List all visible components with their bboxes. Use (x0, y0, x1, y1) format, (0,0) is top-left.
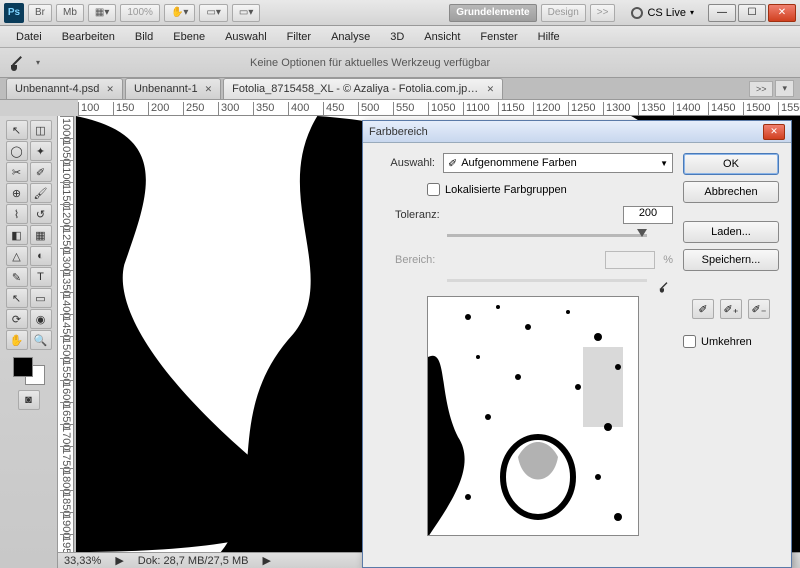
maximize-button[interactable]: ☐ (738, 4, 766, 22)
auswahl-select[interactable]: ✐ Aufgenommene Farben ▼ (443, 153, 673, 173)
color-swatch[interactable] (13, 357, 45, 385)
tabs-scroll-right[interactable]: >> (749, 81, 774, 97)
tabs-menu[interactable]: ▾ (775, 80, 794, 97)
zoom-level[interactable]: 100% (120, 4, 160, 22)
close-button[interactable]: ✕ (768, 4, 796, 22)
cslive-icon (631, 7, 643, 19)
cslive-label[interactable]: CS Live (647, 7, 686, 19)
type-tool[interactable]: T (30, 267, 52, 287)
minibridge-button[interactable]: Mb (56, 4, 84, 22)
heal-tool[interactable]: ⊕ (6, 183, 28, 203)
invert-checkbox[interactable]: Umkehren (683, 335, 779, 348)
close-icon[interactable]: ✕ (487, 84, 495, 95)
options-message: Keine Optionen für aktuelles Werkzeug ve… (250, 57, 490, 69)
menu-analyse[interactable]: Analyse (321, 28, 380, 46)
bridge-button[interactable]: Br (28, 4, 52, 22)
screen-mode-button[interactable]: ▦▾ (88, 4, 116, 22)
color-range-dialog: Farbbereich ✕ Auswahl: ✐ Aufgenommene Fa… (362, 120, 792, 568)
eyedrop-tool[interactable]: ✐ (30, 162, 52, 182)
crop-tool[interactable]: ✂ (6, 162, 28, 182)
hand-button[interactable]: ✋▾ (164, 4, 195, 22)
eyedropper-icon[interactable] (8, 54, 26, 72)
lasso-tool[interactable]: ◯ (6, 141, 28, 161)
shape-tool[interactable]: ▭ (30, 288, 52, 308)
menu-bild[interactable]: Bild (125, 28, 163, 46)
menubar: Datei Bearbeiten Bild Ebene Auswahl Filt… (0, 26, 800, 48)
cancel-button[interactable]: Abbrechen (683, 181, 779, 203)
dialog-titlebar[interactable]: Farbbereich ✕ (363, 121, 791, 143)
options-bar: ▾ Keine Optionen für aktuelles Werkzeug … (0, 48, 800, 78)
workspace-design[interactable]: Design (541, 4, 586, 22)
ok-button[interactable]: OK (683, 153, 779, 175)
selection-preview[interactable] (427, 296, 639, 536)
3d-tool[interactable]: ⟳ (6, 309, 28, 329)
menu-hilfe[interactable]: Hilfe (528, 28, 570, 46)
workspace-more[interactable]: >> (590, 4, 616, 22)
bereich-input (605, 251, 655, 269)
load-button[interactable]: Laden... (683, 221, 779, 243)
workspace-essentials[interactable]: Grundelemente (449, 4, 536, 22)
wand-tool[interactable]: ✦ (30, 141, 52, 161)
toleranz-label: Toleranz: (395, 209, 445, 221)
history-tool[interactable]: ↺ (30, 204, 52, 224)
auswahl-label: Auswahl: (375, 157, 435, 169)
bereich-slider (447, 279, 647, 282)
quickmask-tool[interactable]: ◙ (18, 390, 40, 410)
minimize-button[interactable]: — (708, 4, 736, 22)
eyedropper-sub[interactable]: ✐₋ (748, 299, 770, 319)
arrange-button[interactable]: ▭▾ (199, 4, 227, 22)
zoom-tool[interactable]: 🔍 (30, 330, 52, 350)
localized-checkbox[interactable]: Lokalisierte Farbgruppen (427, 183, 673, 196)
menu-datei[interactable]: Datei (6, 28, 52, 46)
move-tool[interactable]: ↖ (6, 120, 28, 140)
invert-checkbox-input[interactable] (683, 335, 696, 348)
stamp-tool[interactable]: ⌇ (6, 204, 28, 224)
ruler-vertical: 1000105011001150120012501300135014001450… (58, 116, 74, 552)
eyedropper-icon: ✐ (448, 157, 457, 170)
zoom-readout[interactable]: 33,33% (64, 555, 101, 567)
localized-checkbox-input[interactable] (427, 183, 440, 196)
bereich-unit: % (663, 254, 673, 266)
close-icon[interactable]: ✕ (205, 84, 213, 95)
path-tool[interactable]: ↖ (6, 288, 28, 308)
menu-ebene[interactable]: Ebene (163, 28, 215, 46)
extras-button[interactable]: ▭▾ (232, 4, 260, 22)
blur-tool[interactable]: △ (6, 246, 28, 266)
toleranz-input[interactable]: 200 (623, 206, 673, 224)
gradient-tool[interactable]: ▦ (30, 225, 52, 245)
marquee-tool[interactable]: ◫ (30, 120, 52, 140)
menu-ansicht[interactable]: Ansicht (414, 28, 470, 46)
chevron-down-icon: ▼ (660, 159, 668, 168)
menu-filter[interactable]: Filter (277, 28, 321, 46)
app-titlebar: Ps Br Mb ▦▾ 100% ✋▾ ▭▾ ▭▾ Grundelemente … (0, 0, 800, 26)
dodge-tool[interactable]: ◐ (30, 246, 52, 266)
ruler-horizontal: 1001502002503003504004505005501050110011… (78, 100, 800, 116)
menu-3d[interactable]: 3D (380, 28, 414, 46)
save-button[interactable]: Speichern... (683, 249, 779, 271)
dialog-title: Farbbereich (369, 126, 428, 138)
document-tabs: Unbenannt-4.psd✕ Unbenannt-1✕ Fotolia_87… (0, 78, 800, 100)
menu-auswahl[interactable]: Auswahl (215, 28, 277, 46)
toolbox: ↖◫ ◯✦ ✂✐ ⊕🖌 ⌇↺ ◧▦ △◐ ✎T ↖▭ ⟳◉ ✋🔍 ◙ (0, 116, 58, 568)
ps-logo: Ps (4, 3, 24, 23)
eyedropper-sample[interactable]: ✐ (692, 299, 714, 319)
eyedropper-icon[interactable] (658, 281, 671, 294)
pen-tool[interactable]: ✎ (6, 267, 28, 287)
tab-doc-0[interactable]: Unbenannt-4.psd✕ (6, 78, 123, 99)
close-icon[interactable]: ✕ (106, 84, 114, 95)
camera-tool[interactable]: ◉ (30, 309, 52, 329)
dialog-close-button[interactable]: ✕ (763, 124, 785, 140)
eraser-tool[interactable]: ◧ (6, 225, 28, 245)
doc-size: Dok: 28,7 MB/27,5 MB (138, 555, 249, 567)
menu-fenster[interactable]: Fenster (470, 28, 527, 46)
eyedropper-add[interactable]: ✐₊ (720, 299, 742, 319)
tab-doc-2[interactable]: Fotolia_8715458_XL - © Azaliya - Fotolia… (223, 78, 503, 99)
bereich-label: Bereich: (395, 254, 445, 266)
tab-doc-1[interactable]: Unbenannt-1✕ (125, 78, 221, 99)
toleranz-slider[interactable] (447, 234, 647, 237)
hand-tool[interactable]: ✋ (6, 330, 28, 350)
brush-tool[interactable]: 🖌 (30, 183, 52, 203)
menu-bearbeiten[interactable]: Bearbeiten (52, 28, 125, 46)
